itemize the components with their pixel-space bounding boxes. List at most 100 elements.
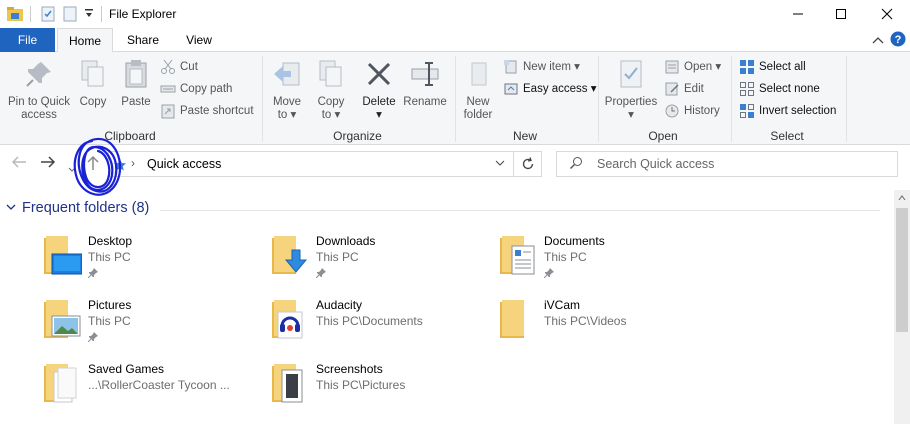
new-folder-quick-icon[interactable]	[62, 6, 78, 25]
pin-label-2: access	[21, 109, 57, 121]
move-to-icon	[271, 58, 303, 90]
new-item-icon	[504, 60, 517, 74]
new-folder-icon	[462, 58, 494, 90]
edit-button[interactable]: Edit	[664, 79, 704, 99]
saved-games-folder-icon	[44, 364, 77, 403]
delete-dropdown-icon[interactable]: ▾	[360, 109, 398, 122]
folder-location: This PC\Pictures	[316, 378, 406, 392]
back-arrow-icon	[11, 156, 26, 168]
collapse-ribbon-icon[interactable]	[872, 34, 884, 48]
chevron-down-icon	[6, 202, 16, 214]
open-button[interactable]: Open ▾	[664, 57, 721, 77]
folder-name: Saved Games	[88, 362, 165, 376]
history-label: History	[684, 105, 720, 117]
folder-tile-ivcam[interactable]: iVCam This PC\Videos	[498, 298, 718, 354]
breadcrumb-chevron-icon[interactable]: ›	[131, 156, 135, 170]
tab-home[interactable]: Home	[57, 28, 113, 53]
back-button[interactable]	[11, 155, 27, 174]
move-to-label: Move	[272, 96, 302, 108]
cut-button[interactable]: Cut	[160, 57, 198, 77]
screenshots-folder-icon	[272, 364, 303, 403]
properties-button[interactable]: Properties ▾	[603, 58, 659, 122]
open-label: Open	[684, 61, 713, 73]
new-item-button[interactable]: New item ▾	[503, 57, 580, 77]
pin-icon	[88, 268, 98, 278]
help-icon[interactable]: ?	[890, 31, 906, 50]
folder-name: iVCam	[544, 298, 581, 312]
open-group-label: Open	[648, 129, 678, 143]
new-folder-button[interactable]: New folder	[458, 58, 498, 122]
pictures-folder-icon	[44, 300, 81, 338]
properties-quick-icon[interactable]	[40, 6, 56, 25]
copy-to-icon	[315, 58, 347, 90]
select-all-icon	[740, 60, 754, 74]
scissors-icon	[161, 59, 175, 74]
folder-tile-downloads[interactable]: Downloads This PC	[270, 234, 490, 290]
tab-view[interactable]: View	[176, 28, 222, 52]
forward-button[interactable]	[40, 155, 56, 174]
folder-tile-screenshots[interactable]: Screenshots This PC\Pictures	[270, 362, 490, 418]
move-to-label-2: to ▾	[277, 109, 297, 121]
tab-file[interactable]: File	[0, 28, 55, 52]
pin-to-quick-access-button[interactable]: Pin to Quick access	[4, 58, 74, 122]
select-none-icon	[740, 82, 754, 96]
minimize-button[interactable]	[775, 0, 821, 28]
folder-location: This PC	[316, 250, 359, 264]
close-button[interactable]	[864, 0, 910, 28]
copy-path-button[interactable]: Copy path	[160, 79, 232, 99]
pin-icon	[88, 332, 98, 342]
properties-icon	[615, 58, 647, 90]
move-to-button[interactable]: Move to ▾	[268, 58, 306, 122]
folder-tile-audacity[interactable]: Audacity This PC\Documents	[270, 298, 490, 354]
invert-selection-button[interactable]: Invert selection	[739, 101, 836, 121]
invert-selection-icon	[740, 104, 754, 118]
folder-tile-pictures[interactable]: Pictures This PC	[42, 298, 262, 354]
paste-shortcut-button[interactable]: Paste shortcut	[160, 101, 254, 121]
customize-toolbar-icon[interactable]	[84, 7, 94, 22]
properties-dropdown-icon[interactable]: ▾	[603, 109, 659, 122]
edit-label: Edit	[684, 83, 704, 95]
folder-location: This PC	[88, 314, 131, 328]
rename-button[interactable]: Rename	[402, 58, 448, 109]
new-folder-label: New	[466, 96, 490, 108]
select-none-button[interactable]: Select none	[739, 79, 820, 99]
folder-tile-documents[interactable]: Documents This PC	[498, 234, 718, 290]
folder-name: Audacity	[316, 298, 363, 312]
copy-path-label: Copy path	[180, 83, 233, 95]
refresh-button[interactable]	[514, 151, 542, 177]
copy-button[interactable]: Copy	[74, 58, 112, 109]
tab-share[interactable]: Share	[118, 28, 168, 52]
vertical-scrollbar[interactable]	[894, 190, 910, 424]
rename-label: Rename	[403, 96, 447, 108]
paste-button[interactable]: Paste	[116, 58, 156, 109]
select-group-label: Select	[770, 129, 804, 143]
history-button[interactable]: History	[664, 101, 720, 121]
easy-access-button[interactable]: Easy access ▾	[503, 79, 597, 99]
title-bar: File Explorer	[0, 0, 910, 28]
maximize-button[interactable]	[818, 0, 864, 28]
folder-name: Desktop	[88, 234, 133, 248]
cut-label: Cut	[180, 61, 198, 73]
delete-button[interactable]: Delete ▾	[360, 58, 398, 122]
folder-tile-desktop[interactable]: Desktop This PC	[42, 234, 262, 290]
scroll-up-icon[interactable]	[898, 194, 906, 203]
audacity-folder-icon	[272, 300, 303, 339]
breadcrumb-quick-access[interactable]: Quick access	[147, 157, 221, 171]
scrollbar-thumb[interactable]	[896, 208, 908, 332]
folder-location: ...\RollerCoaster Tycoon ...	[88, 378, 230, 392]
group-divider	[731, 56, 732, 142]
address-dropdown-icon[interactable]	[495, 157, 505, 169]
search-icon	[570, 157, 582, 169]
select-all-button[interactable]: Select all	[739, 57, 806, 77]
address-bar[interactable]: › Quick access	[108, 151, 514, 177]
pin-icon	[316, 268, 326, 278]
copy-to-button[interactable]: Copy to ▾	[312, 58, 350, 122]
copy-icon	[77, 58, 109, 90]
new-group-label: New	[512, 129, 537, 143]
new-folder-label-2: folder	[463, 109, 493, 121]
window-title: File Explorer	[109, 7, 177, 21]
search-input[interactable]: Search Quick access	[556, 151, 898, 177]
invert-selection-label: Invert selection	[759, 105, 837, 117]
svg-text:?: ?	[895, 34, 902, 46]
folder-tile-saved-games[interactable]: Saved Games ...\RollerCoaster Tycoon ...	[42, 362, 262, 418]
